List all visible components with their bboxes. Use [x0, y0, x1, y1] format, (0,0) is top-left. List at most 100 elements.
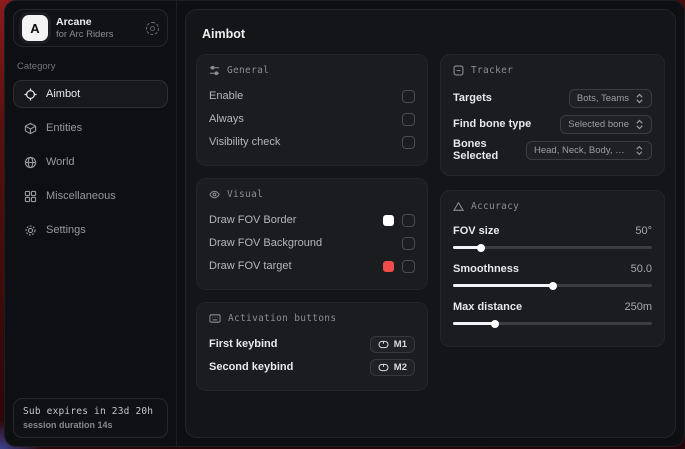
first-keybind-button[interactable]: M1	[370, 336, 415, 353]
chevrons-up-down-icon	[635, 119, 644, 130]
enable-checkbox[interactable]	[402, 90, 415, 103]
smoothness-group: Smoothness 50.0	[453, 259, 652, 287]
setting-row-targets: Targets Bots, Teams	[453, 85, 652, 111]
slider-thumb[interactable]	[477, 244, 485, 252]
row-label: Second keybind	[209, 361, 293, 373]
slider-fill	[453, 322, 495, 325]
brand-text: Arcane for Arc Riders	[56, 16, 138, 40]
sidebar-item-label: Entities	[46, 122, 82, 134]
smoothness-slider[interactable]	[453, 284, 652, 287]
find-bone-type-select[interactable]: Selected bone	[560, 115, 652, 134]
row-label: Targets	[453, 92, 492, 104]
sidebar-nav: Aimbot Entities World Miscellaneous Sett…	[13, 80, 168, 244]
slider-thumb[interactable]	[549, 282, 557, 290]
tracker-card: Tracker Targets Bots, Teams Find bone ty…	[440, 54, 665, 176]
activation-card: Activation buttons First keybind M1 Seco…	[196, 302, 428, 391]
fov-size-group: FOV size 50°	[453, 221, 652, 249]
keybind-value: M1	[394, 339, 407, 350]
sidebar-item-settings[interactable]: Settings	[13, 216, 168, 244]
sidebar: A Arcane for Arc Riders Category Aimbot …	[5, 1, 177, 446]
sidebar-item-entities[interactable]: Entities	[13, 114, 168, 142]
general-card: General Enable Always Visibility check	[196, 54, 428, 166]
fov-target-checkbox[interactable]	[402, 260, 415, 273]
row-label: Smoothness	[453, 263, 519, 275]
row-label: Visibility check	[209, 136, 280, 148]
slider-thumb[interactable]	[491, 320, 499, 328]
setting-row-fov-target: Draw FOV target	[209, 255, 415, 277]
slider-value: 50°	[635, 225, 652, 237]
keybind-value: M2	[394, 362, 407, 373]
fov-size-slider[interactable]	[453, 246, 652, 249]
brand-card: A Arcane for Arc Riders	[13, 9, 168, 47]
sidebar-item-label: World	[46, 156, 75, 168]
sync-icon[interactable]	[146, 22, 159, 35]
row-label: Bones Selected	[453, 138, 526, 162]
fov-background-checkbox[interactable]	[402, 237, 415, 250]
second-keybind-button[interactable]: M2	[370, 359, 415, 376]
row-label: Draw FOV Border	[209, 214, 296, 226]
subscription-box: Sub expires in 23d 20h session duration …	[13, 398, 168, 438]
always-checkbox[interactable]	[402, 113, 415, 126]
row-label: Draw FOV Background	[209, 237, 322, 249]
eye-icon	[209, 189, 220, 200]
sidebar-item-miscellaneous[interactable]: Miscellaneous	[13, 182, 168, 210]
setting-row-fov-background: Draw FOV Background	[209, 232, 415, 254]
slider-value: 50.0	[631, 263, 652, 275]
setting-row-enable: Enable	[209, 85, 415, 107]
setting-row-first-keybind: First keybind M1	[209, 333, 415, 355]
bones-selected-select[interactable]: Head, Neck, Body, Fe...	[526, 141, 652, 160]
setting-row-second-keybind: Second keybind M2	[209, 356, 415, 378]
content-panel: Aimbot General Enable Alw	[185, 9, 676, 438]
slider-fill	[453, 284, 553, 287]
app-subtitle: for Arc Riders	[56, 29, 138, 40]
sub-expiry-text: Sub expires in 23d 20h	[23, 406, 158, 417]
select-value: Selected bone	[568, 119, 629, 130]
max-distance-slider[interactable]	[453, 322, 652, 325]
visual-card: Visual Draw FOV Border Draw FOV Backgrou…	[196, 178, 428, 290]
activation-title: Activation buttons	[228, 313, 336, 324]
row-label: First keybind	[209, 338, 277, 350]
visibility-check-checkbox[interactable]	[402, 136, 415, 149]
select-value: Bots, Teams	[577, 93, 629, 104]
sidebar-item-world[interactable]: World	[13, 148, 168, 176]
sidebar-spacer	[13, 244, 168, 398]
row-label: Enable	[209, 90, 243, 102]
setting-row-always: Always	[209, 108, 415, 130]
setting-row-visibility-check: Visibility check	[209, 131, 415, 153]
sidebar-item-aimbot[interactable]: Aimbot	[13, 80, 168, 108]
right-column: Tracker Targets Bots, Teams Find bone ty…	[440, 54, 665, 347]
slider-value: 250m	[624, 301, 652, 313]
select-value: Head, Neck, Body, Fe...	[534, 145, 629, 156]
targets-select[interactable]: Bots, Teams	[569, 89, 652, 108]
main-region: Aimbot General Enable Alw	[177, 1, 684, 446]
row-label: Draw FOV target	[209, 260, 292, 272]
fov-target-color-swatch[interactable]	[383, 261, 394, 272]
keyboard-icon	[209, 313, 221, 324]
tracker-title: Tracker	[471, 65, 513, 76]
square-minus-icon	[453, 65, 464, 76]
accuracy-card: Accuracy FOV size 50°	[440, 190, 665, 347]
triangle-icon	[453, 201, 464, 212]
general-title: General	[227, 65, 269, 76]
category-label: Category	[17, 61, 164, 72]
setting-row-bones-selected: Bones Selected Head, Neck, Body, Fe...	[453, 137, 652, 163]
row-label: FOV size	[453, 225, 499, 237]
page-title: Aimbot	[202, 27, 659, 41]
sidebar-item-label: Miscellaneous	[46, 190, 116, 202]
grid-icon	[24, 190, 37, 203]
chevrons-up-down-icon	[635, 145, 644, 156]
visual-title: Visual	[227, 189, 263, 200]
left-column: General Enable Always Visibility check	[196, 54, 428, 391]
fov-border-checkbox[interactable]	[402, 214, 415, 227]
row-label: Max distance	[453, 301, 522, 313]
fov-border-color-swatch[interactable]	[383, 215, 394, 226]
globe-icon	[24, 156, 37, 169]
gear-icon	[24, 224, 37, 237]
setting-row-fov-border: Draw FOV Border	[209, 209, 415, 231]
app-name: Arcane	[56, 16, 138, 29]
cube-icon	[24, 122, 37, 135]
row-label: Always	[209, 113, 244, 125]
app-window: A Arcane for Arc Riders Category Aimbot …	[4, 0, 685, 447]
accuracy-title: Accuracy	[471, 201, 519, 212]
max-distance-group: Max distance 250m	[453, 297, 652, 325]
